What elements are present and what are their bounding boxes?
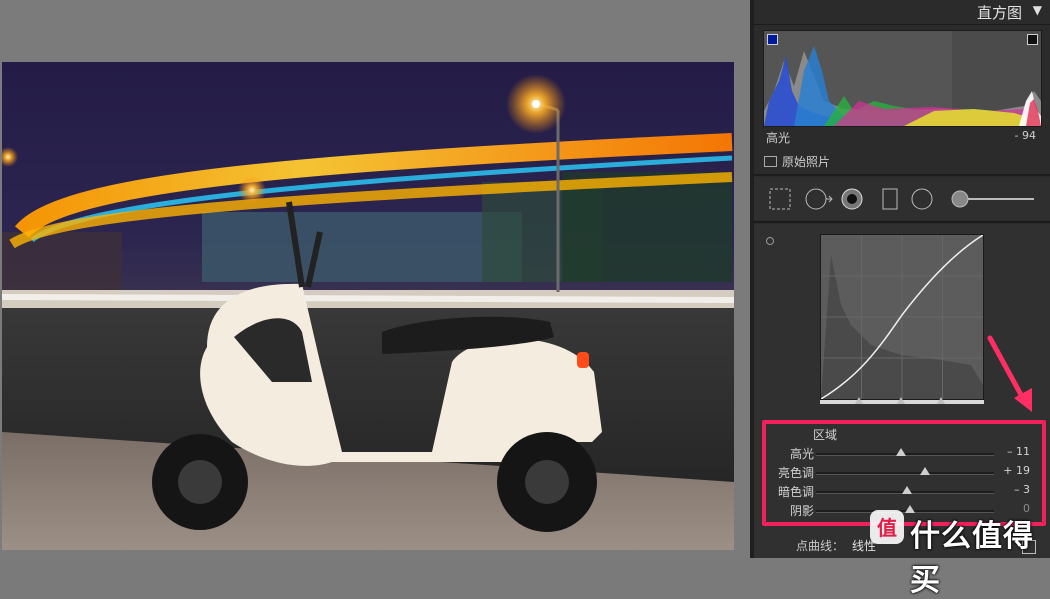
- spot-removal-icon[interactable]: [804, 187, 834, 214]
- collapse-triangle-icon[interactable]: ▼: [1033, 3, 1042, 17]
- histogram-graph[interactable]: [763, 30, 1042, 127]
- point-curve-row[interactable]: 点曲线： 线性: [796, 537, 876, 554]
- photo-canvas: [0, 0, 750, 558]
- point-curve-label: 点曲线：: [796, 539, 845, 553]
- panel-title: 直方图: [976, 4, 1022, 22]
- target-adjustment-icon[interactable]: [766, 237, 774, 245]
- split-point-handle[interactable]: [897, 397, 905, 404]
- radial-filter-icon[interactable]: [910, 187, 934, 214]
- svg-text:值: 值: [877, 516, 897, 540]
- highlight-clipping-icon[interactable]: [1027, 34, 1038, 45]
- watermark-text: 什么值得买: [910, 519, 1034, 598]
- graduated-filter-icon[interactable]: [878, 187, 902, 214]
- section-divider: [754, 174, 1050, 176]
- histogram-plot: [764, 31, 1041, 126]
- tone-curve-plot: [821, 235, 983, 399]
- photo-night-scooter[interactable]: [2, 62, 734, 550]
- develop-panel: 直方图 ▼ 高光 - 94 原始照片 区域 高光 – 11 亮色调 + 19 暗…: [754, 0, 1050, 558]
- original-photo-label: 原始照片: [782, 155, 831, 169]
- checkbox-icon[interactable]: [764, 156, 777, 167]
- split-point-handle[interactable]: [937, 397, 945, 404]
- crop-tool-icon[interactable]: [768, 187, 792, 214]
- photo-image: [2, 62, 734, 550]
- histogram-channel-value: - 94: [1014, 129, 1036, 142]
- adjustment-brush-icon[interactable]: [948, 187, 1038, 214]
- tone-curve-graph[interactable]: [820, 234, 984, 400]
- tool-strip: [754, 178, 1050, 220]
- histogram-channel-label: 高光: [766, 131, 791, 145]
- shadow-clipping-icon[interactable]: [767, 34, 778, 45]
- red-arrow-icon: [987, 335, 1032, 412]
- histogram-header[interactable]: 直方图 ▼: [754, 0, 1050, 25]
- original-photo-toggle[interactable]: 原始照片: [764, 153, 830, 170]
- section-divider: [754, 221, 1050, 223]
- red-eye-icon[interactable]: [840, 187, 864, 214]
- watermark-logo: 值: [870, 510, 904, 544]
- split-point-handle[interactable]: [855, 397, 863, 404]
